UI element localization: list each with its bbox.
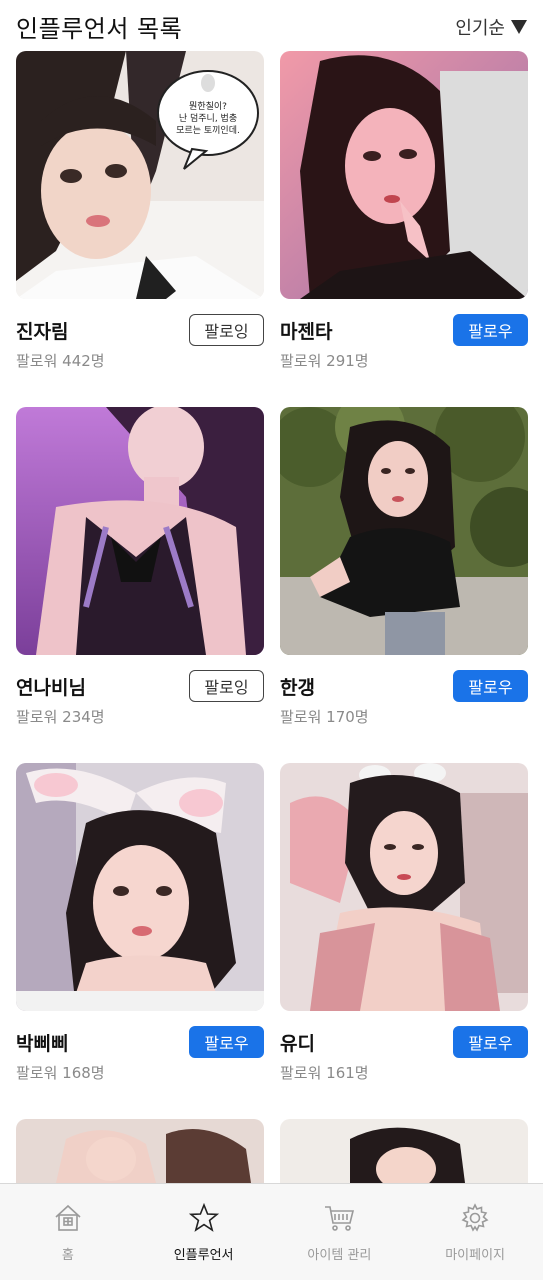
sort-dropdown[interactable]: 인기순 xyxy=(455,14,527,40)
star-icon xyxy=(188,1202,220,1234)
follower-count: 팔로워 168명 xyxy=(16,1064,105,1082)
gear-icon xyxy=(459,1202,491,1234)
follow-button[interactable]: 팔로우 xyxy=(189,1026,264,1058)
nav-label: 아이템 관리 xyxy=(307,1248,372,1263)
caret-down-icon xyxy=(511,20,527,34)
influencer-photo[interactable] xyxy=(16,1119,264,1183)
header: 인플루언서 목록 인기순 xyxy=(0,0,543,50)
influencer-photo[interactable] xyxy=(280,763,528,1011)
cart-icon xyxy=(323,1202,355,1234)
influencer-name: 한갱 xyxy=(280,677,315,699)
following-button[interactable]: 팔로잉 xyxy=(189,670,264,702)
bubble-line-1: 뭔한칠이? xyxy=(189,101,227,112)
influencer-name: 마젠타 xyxy=(280,321,333,343)
nav-label: 마이페이지 xyxy=(445,1248,506,1263)
influencer-name: 유디 xyxy=(280,1033,315,1055)
follower-count: 팔로워 291명 xyxy=(280,352,369,370)
nav-item-home[interactable]: 홈 xyxy=(0,1184,136,1280)
influencer-name: 진자림 xyxy=(16,321,69,343)
nav-item-influencer[interactable]: 인플루언서 xyxy=(136,1184,272,1280)
nav-item-mypage[interactable]: 마이페이지 xyxy=(407,1184,543,1280)
influencer-photo[interactable]: 뭔한칠이? 난 덤주니, 법충 모르는 토끼인데. xyxy=(16,51,264,299)
follower-count: 팔로워 161명 xyxy=(280,1064,369,1082)
follow-button[interactable]: 팔로우 xyxy=(453,670,528,702)
follow-button[interactable]: 팔로우 xyxy=(453,314,528,346)
bubble-line-2: 난 덤주니, 법충 xyxy=(179,112,237,124)
follow-button[interactable]: 팔로우 xyxy=(453,1026,528,1058)
bottom-navigation: 홈 인플루언서 아이템 관리 마이페이지 xyxy=(0,1183,543,1280)
nav-label: 홈 xyxy=(61,1248,74,1263)
influencer-name: 연나비님 xyxy=(16,677,86,699)
follower-count: 팔로워 170명 xyxy=(280,708,369,726)
influencer-card[interactable]: 한갱 팔로우 팔로워 170명 xyxy=(280,407,528,737)
influencer-card[interactable]: 박삐삐 팔로우 팔로워 168명 xyxy=(16,763,264,1093)
influencer-card[interactable]: 연나비님 팔로잉 팔로워 234명 xyxy=(16,407,264,737)
follower-count: 팔로워 234명 xyxy=(16,708,105,726)
page-title: 인플루언서 목록 xyxy=(16,15,183,43)
following-button[interactable]: 팔로잉 xyxy=(189,314,264,346)
nav-item-items[interactable]: 아이템 관리 xyxy=(272,1184,408,1280)
influencer-photo[interactable] xyxy=(280,51,528,299)
nav-label: 인플루언서 xyxy=(173,1248,234,1263)
influencer-photo[interactable] xyxy=(280,1119,528,1183)
influencer-card[interactable] xyxy=(280,1119,528,1183)
influencer-card[interactable]: 마젠타 팔로우 팔로워 291명 xyxy=(280,51,528,381)
influencer-photo[interactable] xyxy=(16,407,264,655)
sort-label: 인기순 xyxy=(455,18,505,39)
influencer-photo[interactable] xyxy=(16,763,264,1011)
influencer-card[interactable]: 유디 팔로우 팔로워 161명 xyxy=(280,763,528,1093)
influencer-list-page: 인플루언서 목록 인기순 뭔한칠이? 난 덤주니, 법충 모르는 토끼인데. 진… xyxy=(0,0,543,1280)
influencer-card[interactable]: 뭔한칠이? 난 덤주니, 법충 모르는 토끼인데. 진자림 팔로잉 팔로워 44… xyxy=(16,51,264,381)
follower-count: 팔로워 442명 xyxy=(16,352,105,370)
influencer-photo[interactable] xyxy=(280,407,528,655)
influencer-card[interactable] xyxy=(16,1119,264,1183)
influencer-name: 박삐삐 xyxy=(16,1033,69,1055)
bubble-line-3: 모르는 토끼인데. xyxy=(176,125,240,136)
home-icon xyxy=(52,1202,84,1234)
